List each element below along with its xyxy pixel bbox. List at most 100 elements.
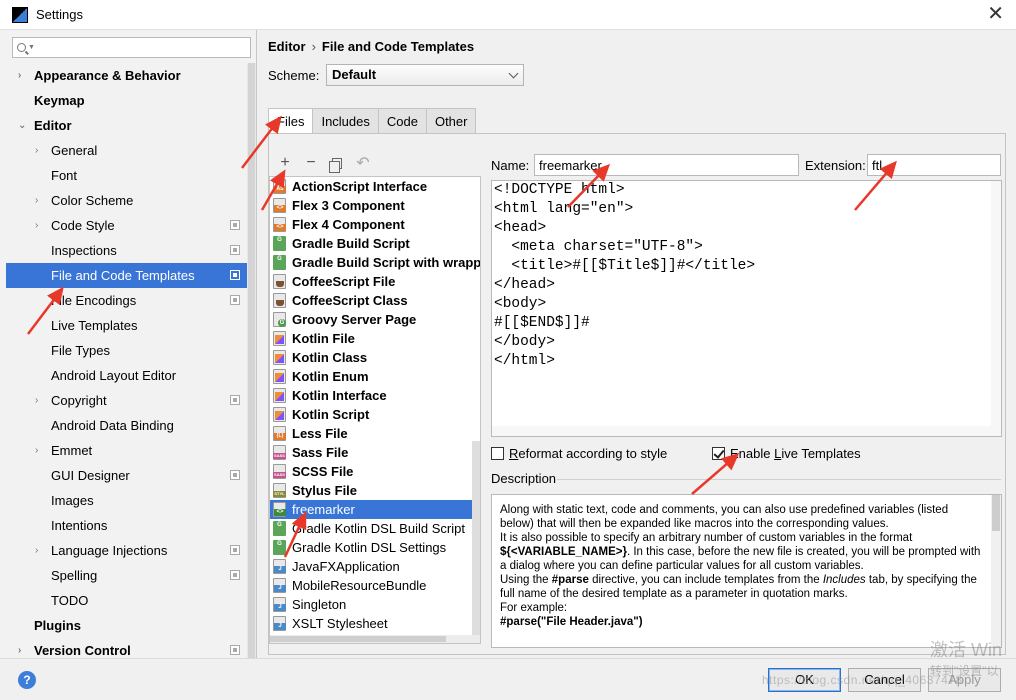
settings-search[interactable]: ▼ <box>12 37 251 58</box>
template-list-item[interactable]: SCSS File <box>270 462 480 481</box>
template-list-item[interactable]: Groovy Server Page <box>270 310 480 329</box>
template-list-item[interactable]: CoffeeScript Class <box>270 291 480 310</box>
sidebar-item-language-injections[interactable]: › Language Injections <box>0 538 247 563</box>
template-list-item[interactable]: Kotlin File <box>270 329 480 348</box>
chevron-right-icon[interactable]: › <box>35 138 38 163</box>
sidebar-item-intentions[interactable]: Intentions <box>0 513 247 538</box>
template-code-editor[interactable]: <!DOCTYPE html> <html lang="en"> <head> <m… <box>491 180 1002 437</box>
chevron-right-icon[interactable]: › <box>35 213 38 238</box>
code-line[interactable]: <head> <box>492 219 1001 238</box>
search-input[interactable] <box>38 38 250 57</box>
add-template-button[interactable]: + <box>275 153 295 173</box>
template-list-item[interactable]: Kotlin Interface <box>270 386 480 405</box>
chevron-right-icon[interactable]: › <box>35 188 38 213</box>
sidebar-item-file-encodings[interactable]: File Encodings <box>0 288 247 313</box>
description-scrollbar[interactable] <box>991 495 1001 647</box>
tab-files[interactable]: Files <box>268 108 314 135</box>
tab-other[interactable]: Other <box>425 108 477 134</box>
extension-field[interactable] <box>867 154 1001 176</box>
editor-scrollbar[interactable] <box>991 181 1001 436</box>
sidebar-item-emmet[interactable]: › Emmet <box>0 438 247 463</box>
sidebar-item-android-layout-editor[interactable]: Android Layout Editor <box>0 363 247 388</box>
template-list-item[interactable]: MobileResourceBundle <box>270 576 480 595</box>
chevron-right-icon[interactable]: › <box>18 63 21 88</box>
code-line[interactable]: </html> <box>492 352 1001 371</box>
template-list-item[interactable]: Flex 4 Component <box>270 215 480 234</box>
template-list-item[interactable]: Gradle Build Script with wrappe <box>270 253 480 272</box>
live-templates-checkbox[interactable] <box>712 447 725 460</box>
name-field[interactable] <box>534 154 799 176</box>
sidebar-item-color-scheme[interactable]: › Color Scheme <box>0 188 247 213</box>
tab-includes[interactable]: Includes <box>312 108 379 134</box>
sidebar-item-todo[interactable]: TODO <box>0 588 247 613</box>
sidebar-item-live-templates[interactable]: Live Templates <box>0 313 247 338</box>
sidebar-item-copyright[interactable]: › Copyright <box>0 388 247 413</box>
reformat-option[interactable]: Reformat according to style <box>491 446 667 461</box>
code-line[interactable]: <html lang="en"> <box>492 200 1001 219</box>
template-list-item[interactable]: Singleton <box>270 595 480 614</box>
template-list-item[interactable]: JavaFXApplication <box>270 557 480 576</box>
less-file-icon <box>273 426 286 441</box>
template-list-item[interactable]: Kotlin Enum <box>270 367 480 386</box>
editor-hscrollbar[interactable] <box>492 426 1001 436</box>
sidebar-scrollbar-thumb[interactable] <box>248 63 255 658</box>
sidebar-item-android-data-binding[interactable]: Android Data Binding <box>0 413 247 438</box>
template-list-item[interactable]: Sass File <box>270 443 480 462</box>
template-list-item[interactable]: Stylus File <box>270 481 480 500</box>
templates-list-scrollbar[interactable] <box>472 441 480 641</box>
code-line[interactable]: </head> <box>492 276 1001 295</box>
code-line[interactable]: <meta charset="UTF-8"> <box>492 238 1001 257</box>
code-line[interactable]: <!DOCTYPE html> <box>492 181 1001 200</box>
sidebar-item-font[interactable]: Font <box>0 163 247 188</box>
sidebar-item-images[interactable]: Images <box>0 488 247 513</box>
templates-list-hscroll-thumb[interactable] <box>270 636 446 642</box>
chevron-right-icon[interactable]: › <box>35 388 38 413</box>
template-list-item[interactable]: Gradle Kotlin DSL Settings <box>270 538 480 557</box>
reformat-checkbox[interactable] <box>491 447 504 460</box>
reset-template-button[interactable]: ↶ <box>353 153 373 173</box>
help-icon[interactable]: ? <box>18 671 36 689</box>
template-list-item[interactable]: CoffeeScript File <box>270 272 480 291</box>
sidebar-item-general[interactable]: › General <box>0 138 247 163</box>
sidebar-item-keymap[interactable]: Keymap <box>0 88 247 113</box>
tab-code[interactable]: Code <box>377 108 427 134</box>
template-list-item[interactable]: ActionScript Interface <box>270 177 480 196</box>
sidebar-item-appearance-behavior[interactable]: › Appearance & Behavior <box>0 63 247 88</box>
template-list-item[interactable]: Kotlin Class <box>270 348 480 367</box>
chevron-right-icon[interactable]: › <box>35 438 38 463</box>
sidebar-item-inspections[interactable]: Inspections <box>0 238 247 263</box>
sidebar-item-plugins[interactable]: Plugins <box>0 613 247 638</box>
description-panel: Along with static text, code and comment… <box>491 494 1002 648</box>
template-list-item[interactable]: XSLT Stylesheet <box>270 614 480 633</box>
search-history-dropdown-icon[interactable]: ▼ <box>28 44 35 51</box>
sidebar-item-spelling[interactable]: Spelling <box>0 563 247 588</box>
template-list-item[interactable]: Flex 3 Component <box>270 196 480 215</box>
code-line[interactable]: <body> <box>492 295 1001 314</box>
code-line[interactable]: <title>#[[$Title$]]#</title> <box>492 257 1001 276</box>
template-list-item[interactable]: Less File <box>270 424 480 443</box>
chevron-down-icon[interactable]: ⌄ <box>18 113 26 138</box>
sidebar-item-editor[interactable]: ⌄ Editor <box>0 113 247 138</box>
sidebar-item-code-style[interactable]: › Code Style <box>0 213 247 238</box>
description-scroll-thumb[interactable] <box>992 495 1000 531</box>
template-list-item[interactable]: Gradle Build Script <box>270 234 480 253</box>
sidebar-scrollbar[interactable] <box>247 63 256 658</box>
sidebar-item-gui-designer[interactable]: GUI Designer <box>0 463 247 488</box>
code-line[interactable]: #[[$END$]]# <box>492 314 1001 333</box>
template-list-item[interactable]: freemarker <box>270 500 480 519</box>
templates-list-hscrollbar[interactable] <box>270 635 480 643</box>
sidebar-item-file-types[interactable]: File Types <box>0 338 247 363</box>
live-templates-option[interactable]: Enable Live Templates <box>712 446 861 461</box>
copy-template-button[interactable] <box>327 153 347 173</box>
scheme-dropdown[interactable]: Default <box>326 64 524 86</box>
code-line[interactable]: </body> <box>492 333 1001 352</box>
settings-tree: › Appearance & Behavior Keymap ⌄ Editor › Gene… <box>0 63 247 663</box>
chevron-right-icon[interactable]: › <box>35 538 38 563</box>
sidebar-item-label: Copyright <box>51 393 107 408</box>
sidebar-item-file-and-code-templates[interactable]: File and Code Templates <box>6 263 247 288</box>
template-label: MobileResourceBundle <box>292 578 427 593</box>
remove-template-button[interactable]: − <box>301 153 321 173</box>
close-icon[interactable]: ✕ <box>987 4 1004 24</box>
template-list-item[interactable]: Kotlin Script <box>270 405 480 424</box>
template-list-item[interactable]: Gradle Kotlin DSL Build Script <box>270 519 480 538</box>
